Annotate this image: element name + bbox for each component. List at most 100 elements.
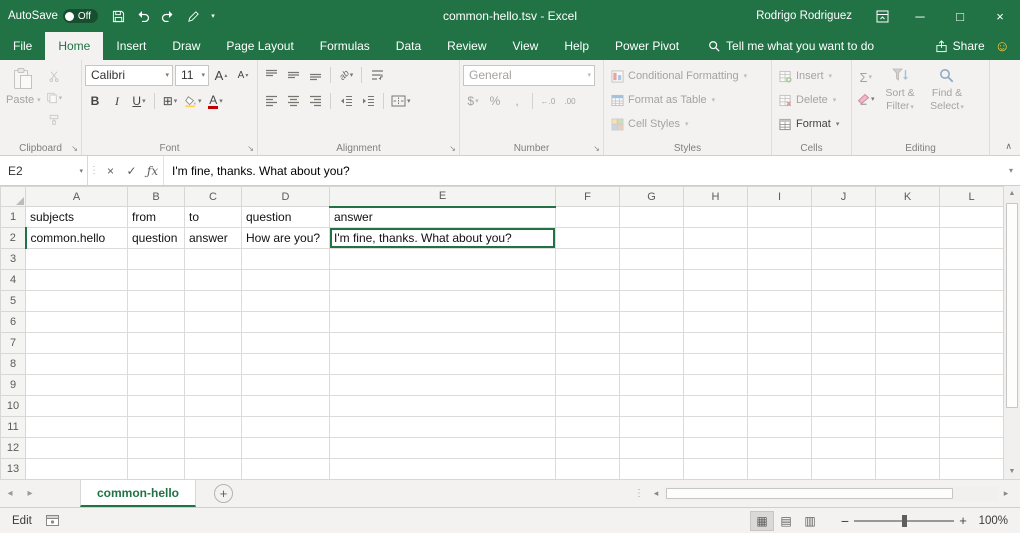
column-header-K[interactable]: K (876, 187, 940, 207)
cell-B12[interactable] (128, 438, 185, 459)
cell-E12[interactable] (330, 438, 556, 459)
ribbon-display-options-button[interactable] (864, 0, 900, 32)
cell-G11[interactable] (620, 417, 684, 438)
increase-decimal-button[interactable]: ←.0 (538, 91, 558, 111)
cell-E5[interactable] (330, 291, 556, 312)
close-button[interactable]: × (980, 0, 1020, 32)
cell-C11[interactable] (185, 417, 242, 438)
column-header-A[interactable]: A (26, 187, 128, 207)
share-button[interactable]: Share (929, 32, 991, 60)
cell-D13[interactable] (242, 459, 330, 480)
tab-data[interactable]: Data (383, 32, 434, 60)
formula-bar-expand-button[interactable]: ▾ (1002, 156, 1020, 185)
align-left-button[interactable] (261, 91, 281, 111)
cell-F1[interactable] (556, 207, 620, 228)
row-header-11[interactable]: 11 (1, 417, 26, 438)
cell-I9[interactable] (748, 375, 812, 396)
cell-E4[interactable] (330, 270, 556, 291)
row-header-2[interactable]: 2 (1, 228, 26, 249)
tab-view[interactable]: View (500, 32, 552, 60)
cell-F6[interactable] (556, 312, 620, 333)
clear-button[interactable]: ▾ (855, 89, 877, 109)
tell-me-search[interactable]: Tell me what you want to do (708, 32, 874, 60)
number-dialog-launcher[interactable]: ↘ (593, 145, 600, 153)
cell-G3[interactable] (620, 249, 684, 270)
cell-L3[interactable] (940, 249, 1004, 270)
cell-D2[interactable]: How are you? (242, 228, 330, 249)
clipboard-dialog-launcher[interactable]: ↘ (71, 145, 78, 153)
cell-J2[interactable] (812, 228, 876, 249)
decrease-decimal-button[interactable]: .00 (560, 91, 580, 111)
row-header-6[interactable]: 6 (1, 312, 26, 333)
cell-C9[interactable] (185, 375, 242, 396)
italic-button[interactable]: I (107, 91, 127, 111)
tab-page-layout[interactable]: Page Layout (213, 32, 306, 60)
cell-K4[interactable] (876, 270, 940, 291)
cell-L2[interactable] (940, 228, 1004, 249)
accounting-format-button[interactable]: $▾ (463, 91, 483, 111)
page-layout-view-button[interactable]: ▤ (774, 511, 798, 531)
horizontal-scroll-thumb[interactable] (666, 488, 953, 499)
tab-help[interactable]: Help (551, 32, 602, 60)
cell-E6[interactable] (330, 312, 556, 333)
cell-G5[interactable] (620, 291, 684, 312)
cell-A11[interactable] (26, 417, 128, 438)
cell-A3[interactable] (26, 249, 128, 270)
insert-function-button[interactable]: ƒx (142, 156, 163, 185)
cell-A9[interactable] (26, 375, 128, 396)
cell-I7[interactable] (748, 333, 812, 354)
cell-F3[interactable] (556, 249, 620, 270)
shrink-font-button[interactable]: A▾ (233, 65, 253, 85)
cell-K9[interactable] (876, 375, 940, 396)
cell-F13[interactable] (556, 459, 620, 480)
name-box-dropdown-icon[interactable]: ▾ (79, 167, 83, 175)
tab-power-pivot[interactable]: Power Pivot (602, 32, 692, 60)
decrease-indent-button[interactable] (336, 91, 356, 111)
cell-E7[interactable] (330, 333, 556, 354)
column-header-H[interactable]: H (684, 187, 748, 207)
cell-I11[interactable] (748, 417, 812, 438)
macro-record-button[interactable] (46, 515, 59, 526)
cell-J9[interactable] (812, 375, 876, 396)
cell-J6[interactable] (812, 312, 876, 333)
cell-D9[interactable] (242, 375, 330, 396)
cell-E11[interactable] (330, 417, 556, 438)
cell-L8[interactable] (940, 354, 1004, 375)
cell-K6[interactable] (876, 312, 940, 333)
row-header-7[interactable]: 7 (1, 333, 26, 354)
scroll-down-button[interactable]: ▼ (1004, 464, 1020, 479)
cell-E1[interactable]: answer (330, 207, 556, 228)
cell-J3[interactable] (812, 249, 876, 270)
normal-view-button[interactable]: ▦ (750, 511, 774, 531)
cell-D1[interactable]: question (242, 207, 330, 228)
new-sheet-button[interactable]: + (214, 484, 233, 503)
cell-D11[interactable] (242, 417, 330, 438)
column-header-L[interactable]: L (940, 187, 1004, 207)
cell-C3[interactable] (185, 249, 242, 270)
minimize-button[interactable]: ─ (900, 0, 940, 32)
find-select-button[interactable]: Find & Select▾ (924, 64, 971, 139)
cell-J1[interactable] (812, 207, 876, 228)
cell-C10[interactable] (185, 396, 242, 417)
cell-H10[interactable] (684, 396, 748, 417)
format-as-table-button[interactable]: Format as Table▾ (607, 88, 768, 112)
cell-C2[interactable]: answer (185, 228, 242, 249)
cell-G2[interactable] (620, 228, 684, 249)
cell-C5[interactable] (185, 291, 242, 312)
grow-font-button[interactable]: A▴ (211, 65, 231, 85)
cell-K11[interactable] (876, 417, 940, 438)
cell-A6[interactable] (26, 312, 128, 333)
fill-color-button[interactable]: ▾ (182, 91, 204, 111)
cell-H3[interactable] (684, 249, 748, 270)
undo-button[interactable] (132, 5, 154, 27)
number-format-combobox[interactable]: General▾ (463, 65, 595, 86)
cell-L7[interactable] (940, 333, 1004, 354)
cell-K1[interactable] (876, 207, 940, 228)
column-header-D[interactable]: D (242, 187, 330, 207)
signed-in-user[interactable]: Rodrigo Rodriguez (756, 10, 852, 22)
formula-bar-splitter[interactable]: ⋮ (88, 156, 100, 185)
cell-A2[interactable]: common.hello (26, 228, 128, 249)
tab-insert[interactable]: Insert (103, 32, 159, 60)
row-header-4[interactable]: 4 (1, 270, 26, 291)
cell-C4[interactable] (185, 270, 242, 291)
